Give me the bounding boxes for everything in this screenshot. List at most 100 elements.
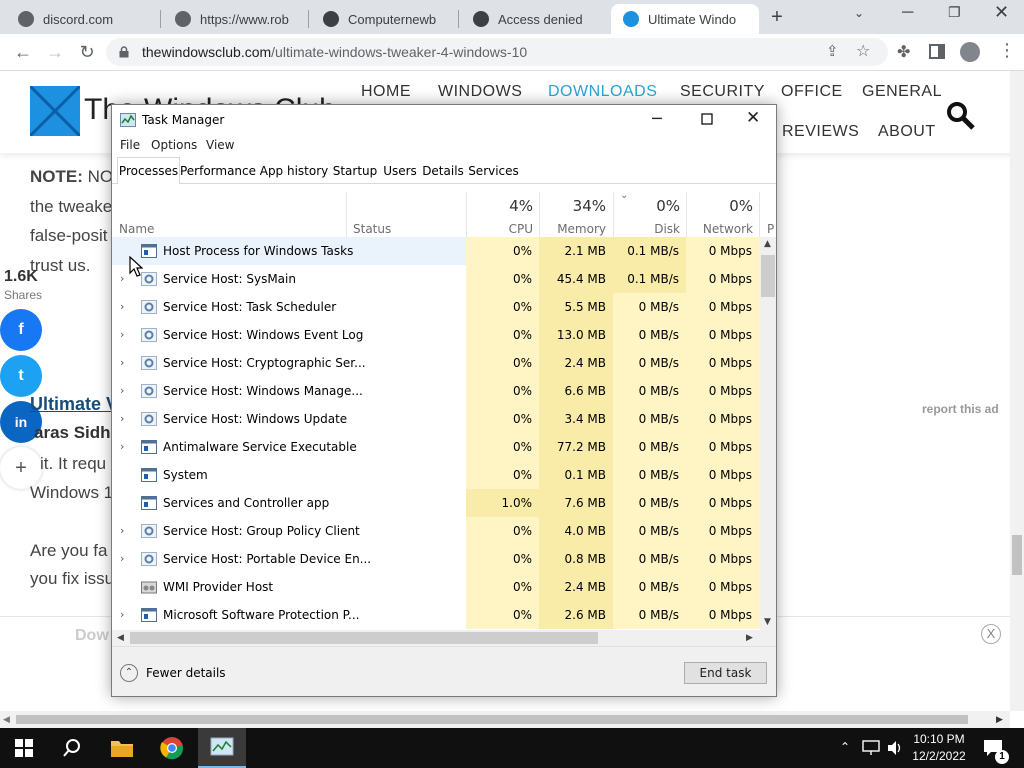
process-row[interactable]: Host Process for Windows Tasks 0% 2.1 MB 0.… xyxy=(112,237,760,265)
reload-button[interactable]: ↻ xyxy=(74,39,100,65)
process-row[interactable]: › Service Host: Group Policy Client 0% 4.0 … xyxy=(112,517,760,545)
expand-chevron-icon[interactable]: › xyxy=(120,412,124,425)
tab-app-history[interactable]: App history xyxy=(259,159,329,182)
process-row[interactable]: Services and Controller app 1.0% 7.6 MB 0 M… xyxy=(112,489,760,517)
file-explorer-button[interactable] xyxy=(98,728,146,768)
tab-search-icon[interactable]: ⌄ xyxy=(854,6,864,20)
ad-close-icon[interactable]: X xyxy=(981,624,1001,644)
process-row[interactable]: › Service Host: Windows Update 0% 3.4 MB 0 M… xyxy=(112,405,760,433)
process-row[interactable]: › Service Host: Task Scheduler 0% 5.5 MB 0 M… xyxy=(112,293,760,321)
taskbar-search-button[interactable] xyxy=(48,728,96,768)
network-icon[interactable] xyxy=(862,740,880,756)
process-row[interactable]: › Service Host: Windows Manage... 0% 6.6 MB… xyxy=(112,377,760,405)
start-button[interactable] xyxy=(0,728,48,768)
expand-chevron-icon[interactable]: › xyxy=(120,328,124,341)
process-row[interactable]: › Service Host: Windows Event Log 0% 13.0 M… xyxy=(112,321,760,349)
collapse-chevron-up-icon[interactable]: ⌃ xyxy=(120,664,138,682)
twitter-share-icon[interactable]: t xyxy=(0,355,42,397)
menu-view[interactable]: View xyxy=(206,138,234,152)
tab-users[interactable]: Users xyxy=(381,159,419,182)
page-scrollbar[interactable] xyxy=(1010,71,1024,711)
power-column-header[interactable]: P xyxy=(767,222,774,236)
facebook-share-icon[interactable]: f xyxy=(0,309,42,351)
process-row[interactable]: › Service Host: Cryptographic Ser... 0% 2.4… xyxy=(112,349,760,377)
report-ad-link[interactable]: report this ad xyxy=(922,402,999,416)
memory-percent[interactable]: 34% xyxy=(540,197,606,215)
article-heading[interactable]: Ultimate V xyxy=(30,394,118,415)
expand-chevron-icon[interactable]: › xyxy=(120,384,124,397)
process-row[interactable]: › Service Host: SysMain 0% 45.4 MB 0.1 MB/s 0… xyxy=(112,265,760,293)
minimize-window-button[interactable]: ─ xyxy=(902,4,913,22)
network-percent[interactable]: 0% xyxy=(687,197,753,215)
volume-icon[interactable] xyxy=(886,740,904,756)
menu-kebab-icon[interactable]: ⋮ xyxy=(998,40,1016,61)
expand-chevron-icon[interactable]: › xyxy=(120,356,124,369)
network-column-header[interactable]: Network xyxy=(687,222,753,236)
side-panel-icon[interactable] xyxy=(929,44,945,59)
tm-close-button[interactable]: ✕ xyxy=(746,108,760,128)
nav-link-downloads[interactable]: DOWNLOADS xyxy=(548,83,657,101)
show-hidden-icons-chevron-icon[interactable]: ⌃ xyxy=(840,740,850,754)
restore-window-button[interactable]: ❐ xyxy=(948,4,961,21)
tab-details[interactable]: Details xyxy=(421,159,465,182)
menu-file[interactable]: File xyxy=(120,138,140,152)
browser-tab[interactable]: Access denied xyxy=(461,4,609,34)
forward-button[interactable]: → xyxy=(42,39,68,65)
nav-link-security[interactable]: SECURITY xyxy=(680,83,765,101)
fewer-details-link[interactable]: Fewer details xyxy=(146,666,226,680)
title-bar[interactable]: Task Manager ─ ✕ xyxy=(112,105,776,135)
expand-chevron-icon[interactable]: › xyxy=(120,300,124,313)
scroll-thumb[interactable] xyxy=(761,255,775,297)
tm-minimize-button[interactable]: ─ xyxy=(652,109,662,128)
expand-chevron-icon[interactable]: › xyxy=(120,440,124,453)
process-row[interactable]: › Microsoft Software Protection P... 0% 2.6… xyxy=(112,601,760,629)
menu-options[interactable]: Options xyxy=(151,138,197,152)
memory-column-header[interactable]: Memory xyxy=(540,222,606,236)
nav-link-windows[interactable]: WINDOWS xyxy=(438,83,522,101)
tab-performance[interactable]: Performance xyxy=(179,159,257,182)
nav-link-home[interactable]: HOME xyxy=(361,83,411,101)
tm-maximize-button[interactable] xyxy=(701,113,713,125)
browser-tab[interactable]: Computernewb xyxy=(311,4,459,34)
name-column-header[interactable]: Name xyxy=(119,222,154,236)
disk-percent[interactable]: 0% xyxy=(614,197,680,215)
task-manager-taskbar-button[interactable] xyxy=(198,728,246,768)
expand-chevron-icon[interactable]: › xyxy=(120,524,124,537)
clock-time[interactable]: 10:10 PM xyxy=(910,732,968,746)
process-list-hscrollbar[interactable]: ◀ ▶ xyxy=(112,630,760,646)
back-button[interactable]: ← xyxy=(10,39,36,65)
nav-link-office[interactable]: OFFICE xyxy=(781,83,843,101)
browser-tab[interactable]: Ultimate Windo xyxy=(611,4,759,34)
search-icon[interactable] xyxy=(946,101,976,131)
address-bar[interactable]: thewindowsclub.com/ultimate-windows-twea… xyxy=(106,38,888,66)
hscroll-left-arrow-icon[interactable]: ◀ xyxy=(117,633,124,643)
tab-processes[interactable]: Processes xyxy=(117,157,180,184)
profile-avatar[interactable] xyxy=(960,42,980,62)
page-scrollbar-thumb[interactable] xyxy=(1012,535,1022,575)
horizontal-scroll-thumb[interactable] xyxy=(16,715,968,724)
expand-chevron-icon[interactable]: › xyxy=(120,272,124,285)
scroll-right-arrow-icon[interactable]: ▶ xyxy=(996,714,1003,725)
process-row[interactable]: › Antimalware Service Executable 0% 77.2 MB… xyxy=(112,433,760,461)
clock-date[interactable]: 12/2/2022 xyxy=(910,749,968,763)
scroll-left-arrow-icon[interactable]: ◀ xyxy=(3,714,10,725)
windowsclub-logo[interactable] xyxy=(30,86,80,136)
hscroll-thumb[interactable] xyxy=(130,632,598,644)
process-row[interactable]: System 0% 0.1 MB 0 MB/s 0 Mbps xyxy=(112,461,760,489)
expand-chevron-icon[interactable]: › xyxy=(120,552,124,565)
status-column-header[interactable]: Status xyxy=(353,222,391,236)
scroll-up-arrow-icon[interactable]: ▲ xyxy=(764,239,771,249)
process-list-scrollbar[interactable]: ▲ ▼ xyxy=(760,237,776,630)
cpu-column-header[interactable]: CPU xyxy=(467,222,533,236)
scroll-down-arrow-icon[interactable]: ▼ xyxy=(764,617,771,627)
process-row[interactable]: WMI Provider Host 0% 2.4 MB 0 MB/s 0 Mbps xyxy=(112,573,760,601)
disk-column-header[interactable]: Disk xyxy=(614,222,680,236)
close-window-button[interactable]: ✕ xyxy=(994,2,1009,23)
horizontal-page-scrollbar[interactable]: ◀ ▶ xyxy=(0,711,1010,728)
browser-tab[interactable]: discord.com xyxy=(6,4,158,34)
nav-link-general[interactable]: GENERAL xyxy=(862,83,942,101)
expand-chevron-icon[interactable]: › xyxy=(120,608,124,621)
end-task-button[interactable]: End task xyxy=(684,662,767,684)
chrome-taskbar-button[interactable] xyxy=(148,728,196,768)
nav-link-reviews[interactable]: REVIEWS xyxy=(782,123,859,141)
